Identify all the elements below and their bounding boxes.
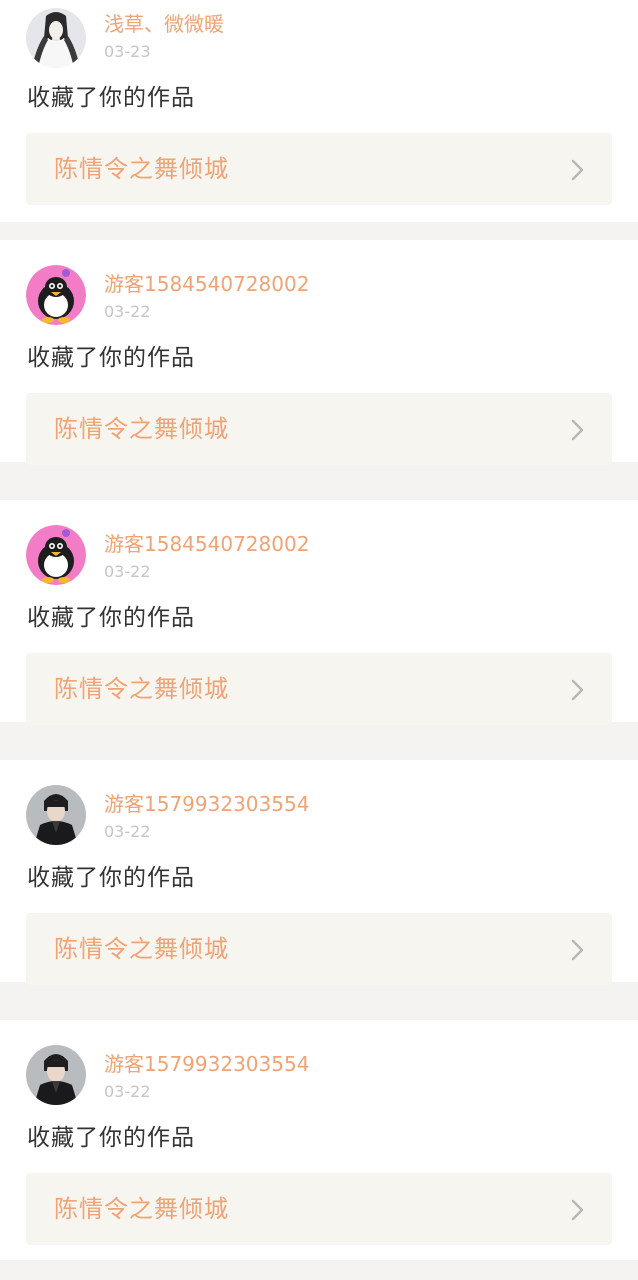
avatar[interactable] <box>26 1045 86 1105</box>
work-title: 陈情令之舞倾城 <box>54 935 229 963</box>
avatar[interactable] <box>26 785 86 845</box>
username[interactable]: 浅草、微微暖 <box>104 10 224 38</box>
timestamp: 03-23 <box>104 42 151 61</box>
work-link[interactable]: 陈情令之舞倾城 <box>26 913 612 985</box>
work-link[interactable]: 陈情令之舞倾城 <box>26 1173 612 1245</box>
action-text: 收藏了你的作品 <box>27 865 195 891</box>
work-link[interactable]: 陈情令之舞倾城 <box>26 133 612 205</box>
notification-feed: 浅草、微微暖 03-23 收藏了你的作品 陈情令之舞倾城 游客158454072… <box>0 0 638 1280</box>
notification-card: 浅草、微微暖 03-23 收藏了你的作品 陈情令之舞倾城 <box>0 0 638 222</box>
chevron-right-icon <box>568 1198 588 1222</box>
chevron-right-icon <box>568 418 588 442</box>
work-title: 陈情令之舞倾城 <box>54 675 229 703</box>
username[interactable]: 游客1579932303554 <box>104 790 309 818</box>
work-title: 陈情令之舞倾城 <box>54 1195 229 1223</box>
penguin-icon <box>26 265 86 325</box>
action-text: 收藏了你的作品 <box>27 605 195 631</box>
work-title: 陈情令之舞倾城 <box>54 155 229 183</box>
penguin-icon <box>26 525 86 585</box>
work-title: 陈情令之舞倾城 <box>54 415 229 443</box>
work-link[interactable]: 陈情令之舞倾城 <box>26 653 612 725</box>
ink-portrait-icon <box>26 8 86 68</box>
notification-card: 游客1579932303554 03-22 收藏了你的作品 陈情令之舞倾城 <box>0 760 638 985</box>
dark-portrait-icon <box>26 785 86 845</box>
timestamp: 03-22 <box>104 302 151 321</box>
work-link[interactable]: 陈情令之舞倾城 <box>26 393 612 465</box>
action-text: 收藏了你的作品 <box>27 1125 195 1151</box>
action-text: 收藏了你的作品 <box>27 345 195 371</box>
timestamp: 03-22 <box>104 562 151 581</box>
dark-portrait-icon <box>26 1045 86 1105</box>
chevron-right-icon <box>568 938 588 962</box>
avatar[interactable] <box>26 525 86 585</box>
username[interactable]: 游客1584540728002 <box>104 530 309 558</box>
notification-card: 游客1584540728002 03-22 收藏了你的作品 陈情令之舞倾城 <box>0 240 638 465</box>
notification-card: 游客1584540728002 03-22 收藏了你的作品 陈情令之舞倾城 <box>0 500 638 725</box>
avatar[interactable] <box>26 265 86 325</box>
chevron-right-icon <box>568 158 588 182</box>
chevron-right-icon <box>568 678 588 702</box>
username[interactable]: 游客1584540728002 <box>104 270 309 298</box>
notification-card: 游客1579932303554 03-22 收藏了你的作品 陈情令之舞倾城 <box>0 1020 638 1260</box>
avatar[interactable] <box>26 8 86 68</box>
username[interactable]: 游客1579932303554 <box>104 1050 309 1078</box>
action-text: 收藏了你的作品 <box>27 85 195 111</box>
timestamp: 03-22 <box>104 1082 151 1101</box>
timestamp: 03-22 <box>104 822 151 841</box>
